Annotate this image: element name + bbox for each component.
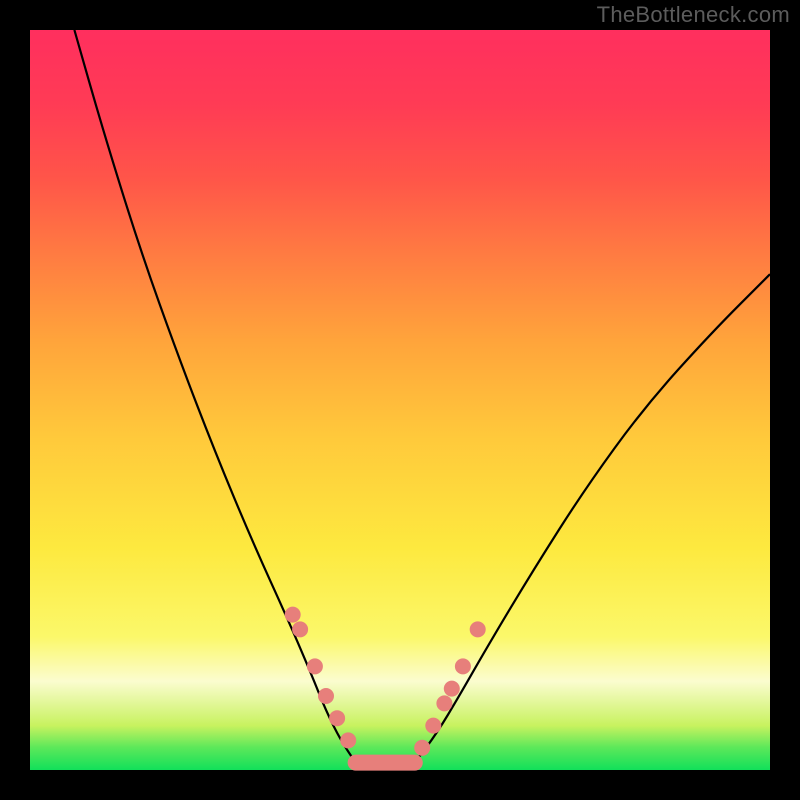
highlight-dot: [444, 681, 460, 697]
highlight-dot: [455, 658, 471, 674]
highlight-dot: [292, 621, 308, 637]
chart-svg: [30, 30, 770, 770]
highlight-dot: [285, 607, 301, 623]
right-curve: [415, 274, 770, 762]
highlight-dot: [318, 688, 334, 704]
highlight-dot: [436, 695, 452, 711]
highlight-dot: [470, 621, 486, 637]
watermark-text: TheBottleneck.com: [597, 2, 790, 28]
highlight-dot: [307, 658, 323, 674]
highlight-dot: [425, 718, 441, 734]
left-curve: [74, 30, 355, 763]
plot-area: [30, 30, 770, 770]
highlight-dot: [414, 740, 430, 756]
chart-frame: TheBottleneck.com: [0, 0, 800, 800]
highlight-dot: [340, 732, 356, 748]
highlight-dot: [329, 710, 345, 726]
